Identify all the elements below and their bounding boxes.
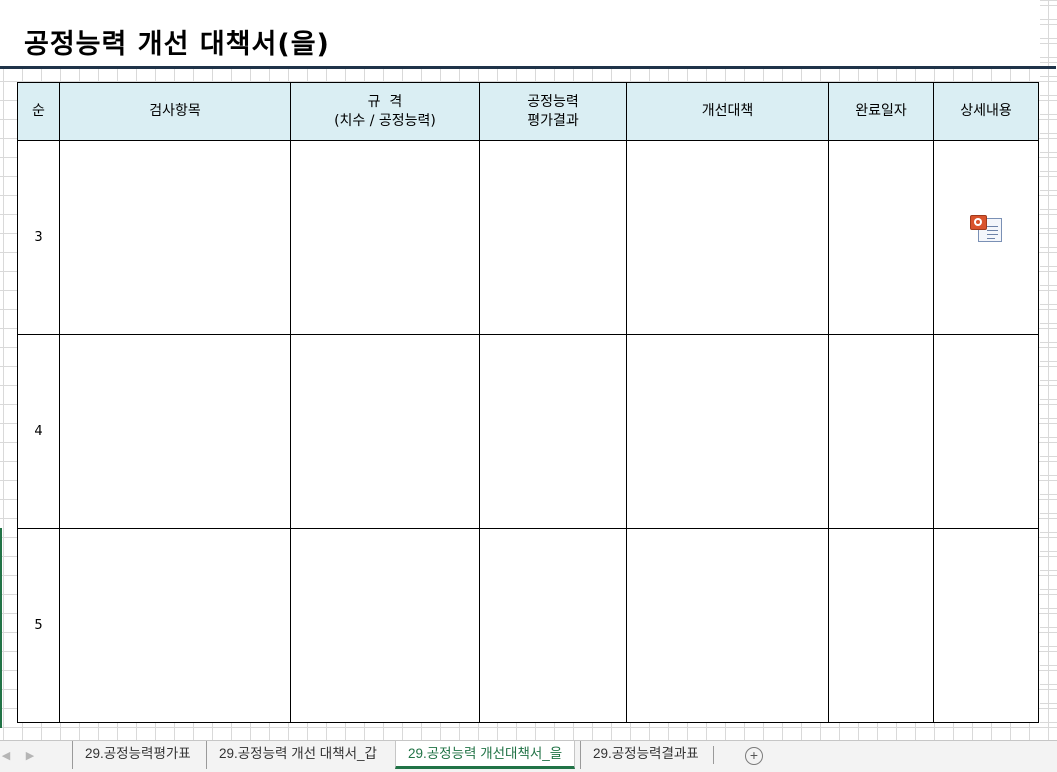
cell-evaluation[interactable]: [479, 528, 627, 723]
cell-inspection-item[interactable]: [59, 334, 291, 529]
header-spec-line2: (치수 / 공정능력): [334, 112, 436, 129]
cell-inspection-item[interactable]: [59, 140, 291, 335]
cell-evaluation[interactable]: [479, 140, 627, 335]
cell-measure[interactable]: [626, 334, 829, 529]
scroll-right-icon[interactable]: ▶: [24, 749, 36, 762]
sheet-tab-results[interactable]: 29.공정능력결과표: [580, 741, 711, 769]
table-row: 4: [17, 334, 1039, 529]
cell-spec[interactable]: [290, 528, 480, 723]
cell-no[interactable]: 5: [17, 528, 60, 723]
scroll-left-icon[interactable]: ◀: [0, 749, 12, 762]
tab-separator: [713, 746, 714, 764]
header-inspection-item[interactable]: 검사항목: [59, 82, 291, 141]
cell-measure[interactable]: [626, 140, 829, 335]
sheet-tab-measures-a[interactable]: 29.공정능력 개선 대책서_갑: [206, 741, 389, 769]
header-improvement-measure[interactable]: 개선대책: [626, 82, 829, 141]
header-no[interactable]: 순: [17, 82, 60, 141]
worksheet-grid-right[interactable]: [1040, 0, 1057, 740]
cell-date[interactable]: [828, 140, 934, 335]
sheet-tab-measures-b[interactable]: 29.공정능력 개선대책서_을: [395, 741, 576, 769]
cell-measure[interactable]: [626, 528, 829, 723]
table-row: 3: [17, 140, 1039, 335]
header-eval-line2: 평가결과: [527, 112, 579, 129]
title-area: 공정능력 개선 대책서(을): [0, 0, 1040, 66]
cell-spec[interactable]: [290, 334, 480, 529]
header-spec[interactable]: 규 격 (치수 / 공정능력): [290, 82, 480, 141]
cell-date[interactable]: [828, 528, 934, 723]
cell-details[interactable]: [933, 334, 1039, 529]
document-title: 공정능력 개선 대책서(을): [24, 29, 330, 60]
header-details[interactable]: 상세내용: [933, 82, 1039, 141]
sheet-tab-evaluation[interactable]: 29.공정능력평가표: [72, 741, 203, 769]
cell-details[interactable]: [933, 528, 1039, 723]
header-completion-date[interactable]: 완료일자: [828, 82, 934, 141]
header-evaluation[interactable]: 공정능력 평가결과: [479, 82, 627, 141]
title-rule: [0, 66, 1056, 69]
add-sheet-icon[interactable]: +: [745, 747, 763, 765]
header-row: 순 검사항목 규 격 (치수 / 공정능력) 공정능력 평가결과 개선대책 완료…: [17, 82, 1039, 141]
selection-edge: [0, 528, 2, 728]
cell-details[interactable]: [933, 140, 1039, 335]
sheet-tab-bar: ◀ ▶ 29.공정능력평가표 29.공정능력 개선 대책서_갑 29.공정능력 …: [0, 740, 1057, 772]
cell-no[interactable]: 3: [17, 140, 60, 335]
cell-no[interactable]: 4: [17, 334, 60, 529]
cell-date[interactable]: [828, 334, 934, 529]
cell-spec[interactable]: [290, 140, 480, 335]
cell-evaluation[interactable]: [479, 334, 627, 529]
measures-table: 순 검사항목 규 격 (치수 / 공정능력) 공정능력 평가결과 개선대책 완료…: [17, 82, 1039, 723]
powerpoint-document-icon[interactable]: [970, 215, 1002, 242]
header-eval-line1: 공정능력: [527, 93, 579, 110]
table-row: 5: [17, 528, 1039, 723]
header-spec-line1: 규 격: [367, 93, 403, 110]
cell-inspection-item[interactable]: [59, 528, 291, 723]
